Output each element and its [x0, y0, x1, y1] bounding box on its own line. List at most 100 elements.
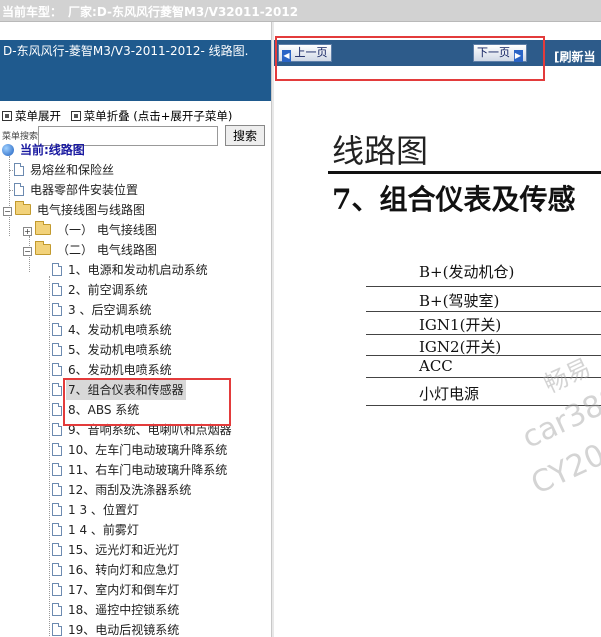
tree-item[interactable]: 11、右车门电动玻璃升降系统 — [52, 460, 229, 480]
highlight-box-tree — [63, 378, 231, 426]
expand-toggle-icon[interactable]: + — [23, 227, 32, 236]
document-icon — [52, 423, 62, 436]
folder-open-icon — [15, 201, 31, 215]
collapse-toggle-icon[interactable]: − — [23, 247, 32, 256]
tree-item-label: 1 4 、前雾灯 — [68, 523, 139, 537]
tree-item-label: 4、发动机电喷系统 — [68, 323, 172, 337]
vehicle-info: 当前车型： 厂家:D-东风风行菱智M3/V32011-2012 — [2, 3, 304, 20]
collapse-icon[interactable] — [70, 111, 81, 121]
search-button[interactable]: 搜索 — [225, 125, 265, 146]
tree-item[interactable]: 1、电源和发动机启动系统 — [52, 260, 210, 280]
document-icon — [52, 623, 62, 636]
pin-label: B+(发动机仓) — [419, 263, 515, 281]
tree-folder-label: （二） 电气线路图 — [57, 243, 157, 257]
menu-collapse-link[interactable]: 菜单折叠 (点击+展开子菜单) — [84, 109, 233, 123]
title-rule — [328, 171, 601, 174]
tree-item-label: 19、电动后视镜系统 — [68, 623, 180, 637]
tree-item-label: 易熔丝和保险丝 — [30, 163, 115, 177]
pin-line — [366, 286, 601, 287]
expand-icon[interactable] — [2, 111, 12, 121]
tree-item[interactable]: 18、遥控中控锁系统 — [52, 600, 181, 620]
pin-label: ACC — [419, 357, 453, 375]
tree-line — [49, 276, 50, 637]
left-header-title: D-东风风行-菱智M3/V3-2011-2012- 线路图. — [3, 44, 249, 58]
pin-label: 小灯电源 — [419, 385, 480, 403]
tree-item-label: 6、发动机电喷系统 — [68, 363, 172, 377]
tree-item-label: 2、前空调系统 — [68, 283, 148, 297]
tree-item[interactable]: 17、室内灯和倒车灯 — [52, 580, 181, 600]
folder-open-icon — [35, 241, 51, 255]
highlight-box-nav — [275, 36, 545, 81]
document-icon — [52, 523, 62, 536]
tree-folder[interactable]: − 电气接线图与线路图 — [3, 200, 147, 220]
document-icon — [52, 403, 62, 416]
left-header: D-东风风行-菱智M3/V3-2011-2012- 线路图. — [0, 40, 271, 101]
vehicle-value: 厂家:D-东风风行菱智M3/V32011-2012 — [68, 5, 299, 19]
right-panel: ◀ 上一页 下一页 ▶ [刷新当 线路图 7、组合仪表及传感 B+(发动机仓) … — [274, 22, 601, 637]
document-icon — [52, 263, 62, 276]
tree-item[interactable]: 6、发动机电喷系统 — [52, 360, 174, 380]
tree-folder-label: （一） 电气接线图 — [57, 223, 157, 237]
tree-item[interactable]: 15、远光灯和近光灯 — [52, 540, 181, 560]
tree-item[interactable]: 5、发动机电喷系统 — [52, 340, 174, 360]
tree-item[interactable]: 3 、后空调系统 — [52, 300, 153, 320]
tree-item[interactable]: 4、发动机电喷系统 — [52, 320, 174, 340]
doc-heading: 7、组合仪表及传感 — [332, 183, 576, 216]
menu-controls: 菜单展开 菜单折叠 (点击+展开子菜单) — [0, 108, 271, 124]
document-icon — [52, 603, 62, 616]
refresh-link[interactable]: [刷新当 — [554, 48, 596, 65]
document-icon — [52, 563, 62, 576]
tree-item-label: 5、发动机电喷系统 — [68, 343, 172, 357]
tree-item-label: 16、转向灯和应急灯 — [68, 563, 180, 577]
vehicle-label: 当前车型： — [2, 5, 63, 19]
document-icon — [52, 283, 62, 296]
document-icon — [52, 363, 62, 376]
tree-item-label: 11、右车门电动玻璃升降系统 — [68, 463, 228, 477]
tree-item[interactable]: 16、转向灯和应急灯 — [52, 560, 181, 580]
tree-item[interactable]: 1 3 、位置灯 — [52, 500, 141, 520]
document-icon — [52, 463, 62, 476]
document-icon — [52, 323, 62, 336]
tree-item[interactable]: 19、电动后视镜系统 — [52, 620, 181, 637]
tree-item[interactable]: 1 4 、前雾灯 — [52, 520, 141, 540]
tree-item-label: 18、遥控中控锁系统 — [68, 603, 180, 617]
tree-item[interactable]: 10、左车门电动玻璃升降系统 — [52, 440, 229, 460]
document-icon — [52, 443, 62, 456]
tree-item[interactable]: 2、前空调系统 — [52, 280, 150, 300]
tree-item-label: 12、雨刮及洗涤器系统 — [68, 483, 192, 497]
pin-line — [366, 334, 601, 335]
tree-item-label: 15、远光灯和近光灯 — [68, 543, 180, 557]
tree-item[interactable]: 12、雨刮及洗涤器系统 — [52, 480, 193, 500]
document-icon — [52, 583, 62, 596]
tree-item-label: 10、左车门电动玻璃升降系统 — [68, 443, 228, 457]
tree-item[interactable]: 电器零部件安装位置 — [14, 180, 140, 200]
pin-label: IGN1(开关) — [419, 316, 502, 334]
doc-title: 线路图 — [332, 132, 429, 170]
document-icon — [52, 303, 62, 316]
tree-item-label: 1 3 、位置灯 — [68, 503, 139, 517]
tree-folder[interactable]: + （一） 电气接线图 — [23, 220, 159, 240]
left-panel: D-东风风行-菱智M3/V3-2011-2012- 线路图. 菜单展开 菜单折叠… — [0, 22, 271, 637]
collapse-toggle-icon[interactable]: − — [3, 207, 12, 216]
tree-item-label: 17、室内灯和倒车灯 — [68, 583, 180, 597]
tree-root[interactable]: 当前:线路图 — [2, 140, 87, 160]
tree-folder[interactable]: − （二） 电气线路图 — [23, 240, 159, 260]
document-icon — [52, 543, 62, 556]
diagram-content: 线路图 7、组合仪表及传感 B+(发动机仓) B+(驾驶室) IGN1(开关) … — [274, 68, 601, 637]
tree-item-label: 3 、后空调系统 — [68, 303, 152, 317]
pin-line — [366, 311, 601, 312]
globe-icon — [2, 144, 14, 156]
folder-icon — [35, 221, 51, 235]
document-icon — [52, 343, 62, 356]
document-icon — [52, 503, 62, 516]
tree-item[interactable]: 易熔丝和保险丝 — [14, 160, 116, 180]
document-icon — [14, 183, 24, 196]
top-bar: 当前车型： 厂家:D-东风风行菱智M3/V32011-2012 — [0, 0, 601, 22]
tree-root-label: 当前:线路图 — [20, 143, 85, 157]
menu-expand-link[interactable]: 菜单展开 — [15, 109, 61, 123]
tree-item-label: 1、电源和发动机启动系统 — [68, 263, 208, 277]
document-icon — [52, 383, 62, 396]
pin-label: B+(驾驶室) — [419, 292, 500, 310]
pin-label: IGN2(开关) — [419, 338, 502, 356]
tree-item-label: 电器零部件安装位置 — [30, 183, 139, 197]
